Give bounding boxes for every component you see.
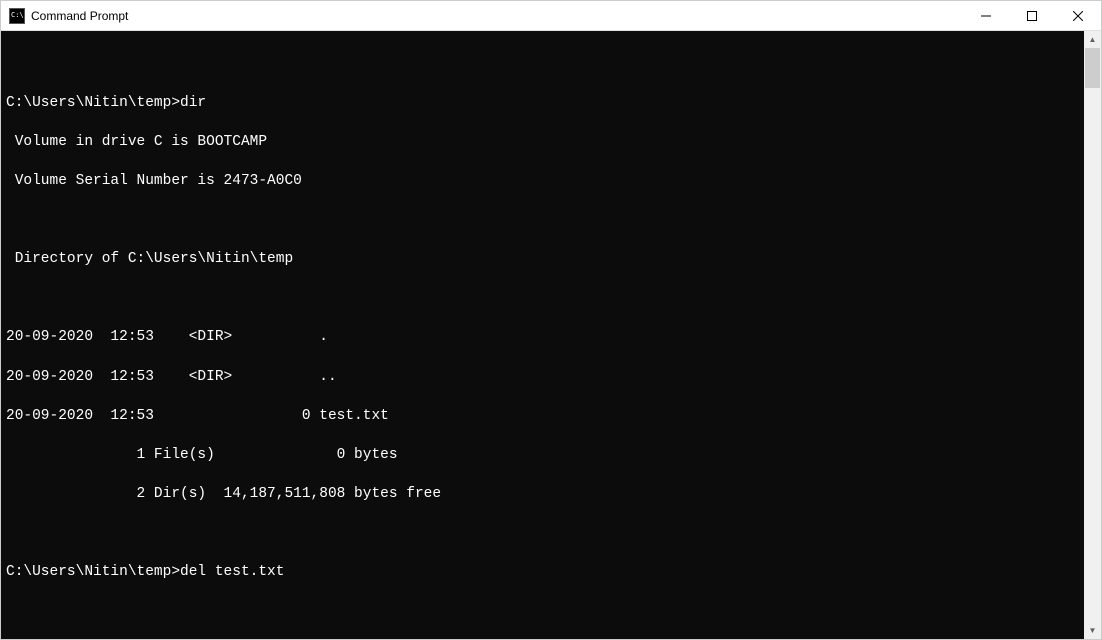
- terminal-line: C:\Users\Nitin\temp>dir: [6, 94, 1079, 114]
- terminal-line: 1 File(s) 0 bytes: [6, 446, 1079, 466]
- prompt: C:\Users\Nitin\temp>: [6, 95, 180, 111]
- terminal-line: [6, 524, 1079, 544]
- terminal-line: [6, 55, 1079, 75]
- terminal-line: 20-09-2020 12:53 0 test.txt: [6, 407, 1079, 427]
- minimize-icon: [981, 11, 991, 21]
- terminal-wrapper: C:\Users\Nitin\temp>dir Volume in drive …: [1, 31, 1101, 639]
- command-text: del test.txt: [180, 564, 284, 580]
- terminal-line: [6, 211, 1079, 231]
- window-controls: [963, 1, 1101, 30]
- terminal-output[interactable]: C:\Users\Nitin\temp>dir Volume in drive …: [1, 31, 1084, 639]
- close-icon: [1073, 11, 1083, 21]
- terminal-line: Directory of C:\Users\Nitin\temp: [6, 250, 1079, 270]
- minimize-button[interactable]: [963, 1, 1009, 30]
- cmd-icon: [9, 8, 25, 24]
- vertical-scrollbar[interactable]: ▲ ▼: [1084, 31, 1101, 639]
- maximize-icon: [1027, 11, 1037, 21]
- scroll-down-arrow[interactable]: ▼: [1084, 622, 1101, 639]
- window-title: Command Prompt: [31, 9, 963, 23]
- terminal-line: 20-09-2020 12:53 <DIR> ..: [6, 368, 1079, 388]
- terminal-line: [6, 289, 1079, 309]
- terminal-line: 20-09-2020 12:53 <DIR> .: [6, 328, 1079, 348]
- terminal-line: Volume in drive C is BOOTCAMP: [6, 133, 1079, 153]
- terminal-line: Volume Serial Number is 2473-A0C0: [6, 172, 1079, 192]
- prompt: C:\Users\Nitin\temp>: [6, 564, 180, 580]
- scrollbar-thumb[interactable]: [1085, 48, 1100, 88]
- terminal-line: [6, 602, 1079, 622]
- maximize-button[interactable]: [1009, 1, 1055, 30]
- close-button[interactable]: [1055, 1, 1101, 30]
- window-titlebar: Command Prompt: [1, 1, 1101, 31]
- scroll-up-arrow[interactable]: ▲: [1084, 31, 1101, 48]
- terminal-line: 2 Dir(s) 14,187,511,808 bytes free: [6, 485, 1079, 505]
- terminal-line: C:\Users\Nitin\temp>del test.txt: [6, 563, 1079, 583]
- command-text: dir: [180, 95, 206, 111]
